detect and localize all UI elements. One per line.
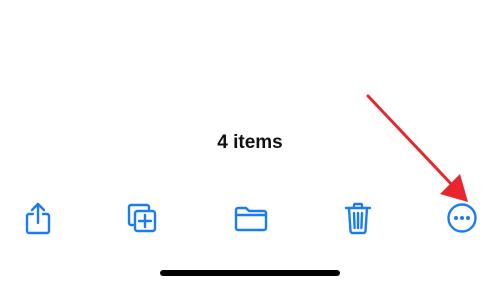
share-icon bbox=[25, 202, 51, 235]
items-count-label: 4 items bbox=[217, 132, 283, 153]
folder-icon bbox=[234, 206, 268, 232]
screen: 4 items bbox=[0, 0, 500, 289]
duplicate-icon bbox=[127, 203, 157, 233]
duplicate-button[interactable] bbox=[120, 196, 164, 240]
share-button[interactable] bbox=[16, 196, 60, 240]
trash-icon bbox=[344, 202, 372, 235]
move-to-folder-button[interactable] bbox=[229, 196, 273, 240]
home-indicator[interactable] bbox=[160, 270, 340, 276]
more-options-button[interactable] bbox=[440, 196, 484, 240]
delete-button[interactable] bbox=[336, 196, 380, 240]
more-icon bbox=[447, 203, 477, 233]
bottom-toolbar bbox=[0, 196, 500, 240]
